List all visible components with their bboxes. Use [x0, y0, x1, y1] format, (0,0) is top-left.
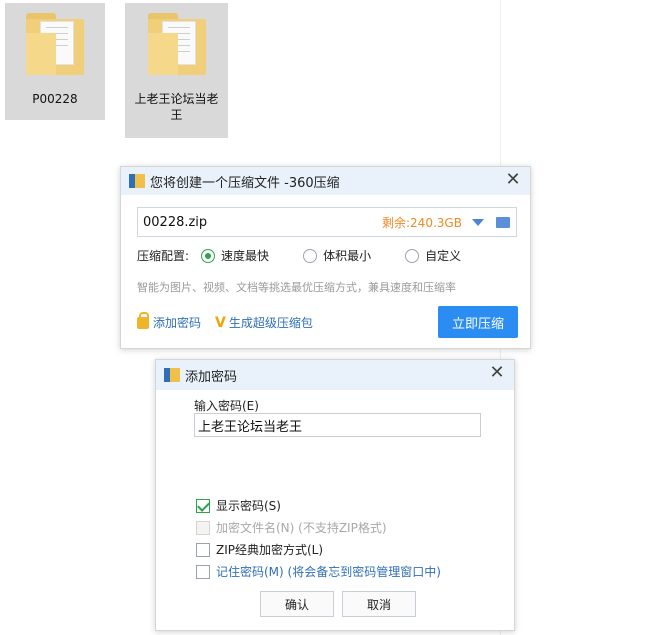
folder-label: P00228 [32, 92, 78, 106]
checkbox-label: 加密文件名(N) (不支持ZIP格式) [216, 521, 387, 535]
checkbox-label: ZIP经典加密方式(L) [216, 543, 324, 557]
radio-icon[interactable] [405, 248, 420, 263]
lock-icon [137, 311, 149, 329]
checkbox-disabled-icon [196, 520, 210, 535]
config-label: 压缩配置: [137, 249, 190, 263]
radio-fastest[interactable]: 速度最快 [201, 247, 269, 264]
radio-selected-icon[interactable] [201, 248, 216, 263]
password-input-label: 输入密码(E) [194, 399, 259, 413]
dialog-title: 您将创建一个压缩文件 -360压缩 [150, 175, 340, 191]
cancel-button[interactable]: 取消 [342, 591, 416, 617]
checkbox-label: 显示密码(S) [216, 499, 281, 513]
radio-icon[interactable] [303, 248, 318, 263]
compress-now-button[interactable]: 立即压缩 [438, 306, 518, 338]
folder-item-laowang[interactable]: 上老王论坛当老王 [125, 3, 228, 138]
add-password-dialog: 添加密码 ✕ 输入密码(E) 显示密码(S) 加密文件名(N) (不支持ZIP格… [155, 359, 515, 631]
zip-classic-encryption-checkbox[interactable]: ZIP经典加密方式(L) [196, 541, 323, 558]
compress-dialog-titlebar[interactable]: 您将创建一个压缩文件 -360压缩 ✕ [121, 167, 530, 195]
compress-hint: 智能为图片、视频、文档等挑选最优压缩方式，兼具速度和压缩率 [137, 281, 456, 294]
add-password-link[interactable]: 添加密码 [153, 314, 201, 331]
password-input[interactable] [194, 413, 481, 437]
desktop: P00228 上老王论坛当老王 您将创建一个压缩文件 -360压缩 ✕ 剩余:2… [0, 0, 651, 635]
radio-smallest[interactable]: 体积最小 [303, 247, 371, 264]
folder-item-p00228[interactable]: P00228 [5, 3, 105, 120]
archive-app-icon [129, 174, 145, 188]
remember-password-checkbox[interactable]: 记住密码(M) (将会备忘到密码管理窗口中) [196, 563, 441, 580]
archive-app-icon [164, 368, 180, 382]
browse-folder-icon[interactable] [495, 216, 510, 228]
checkbox-label: 记住密码(M) (将会备忘到密码管理窗口中) [216, 565, 441, 579]
radio-custom[interactable]: 自定义 [405, 247, 461, 264]
chevron-down-icon[interactable] [471, 218, 484, 226]
close-icon[interactable]: ✕ [488, 364, 506, 382]
show-password-checkbox[interactable]: 显示密码(S) [196, 497, 281, 514]
folder-icon [147, 13, 206, 75]
confirm-button[interactable]: 确认 [260, 591, 334, 617]
compress-links: 添加密码 V 生成超级压缩包 [137, 311, 327, 331]
free-space-text: 剩余:240.3GB [382, 215, 462, 230]
radio-label: 速度最快 [221, 249, 270, 263]
close-icon[interactable]: ✕ [504, 171, 522, 189]
checkbox-icon[interactable] [196, 542, 210, 557]
compress-config-row: 压缩配置: 速度最快 体积最小 自定义 [137, 247, 473, 264]
folder-label: 上老王论坛当老王 [134, 92, 219, 122]
radio-label: 自定义 [425, 249, 462, 263]
dialog-title: 添加密码 [185, 369, 238, 385]
super-package-link[interactable]: 生成超级压缩包 [229, 314, 313, 331]
checkbox-icon[interactable] [196, 564, 210, 579]
v-badge-icon: V [215, 314, 226, 331]
password-dialog-titlebar[interactable]: 添加密码 ✕ [156, 360, 514, 390]
encrypt-filename-checkbox: 加密文件名(N) (不支持ZIP格式) [196, 519, 387, 536]
checkbox-checked-icon[interactable] [196, 498, 210, 513]
compress-dialog: 您将创建一个压缩文件 -360压缩 ✕ 剩余:240.3GB 压缩配置: 速度最… [120, 166, 531, 349]
archive-path-field[interactable]: 剩余:240.3GB [137, 207, 517, 237]
folder-icon [26, 13, 84, 75]
radio-label: 体积最小 [323, 249, 372, 263]
archive-filename-input[interactable] [138, 214, 368, 230]
